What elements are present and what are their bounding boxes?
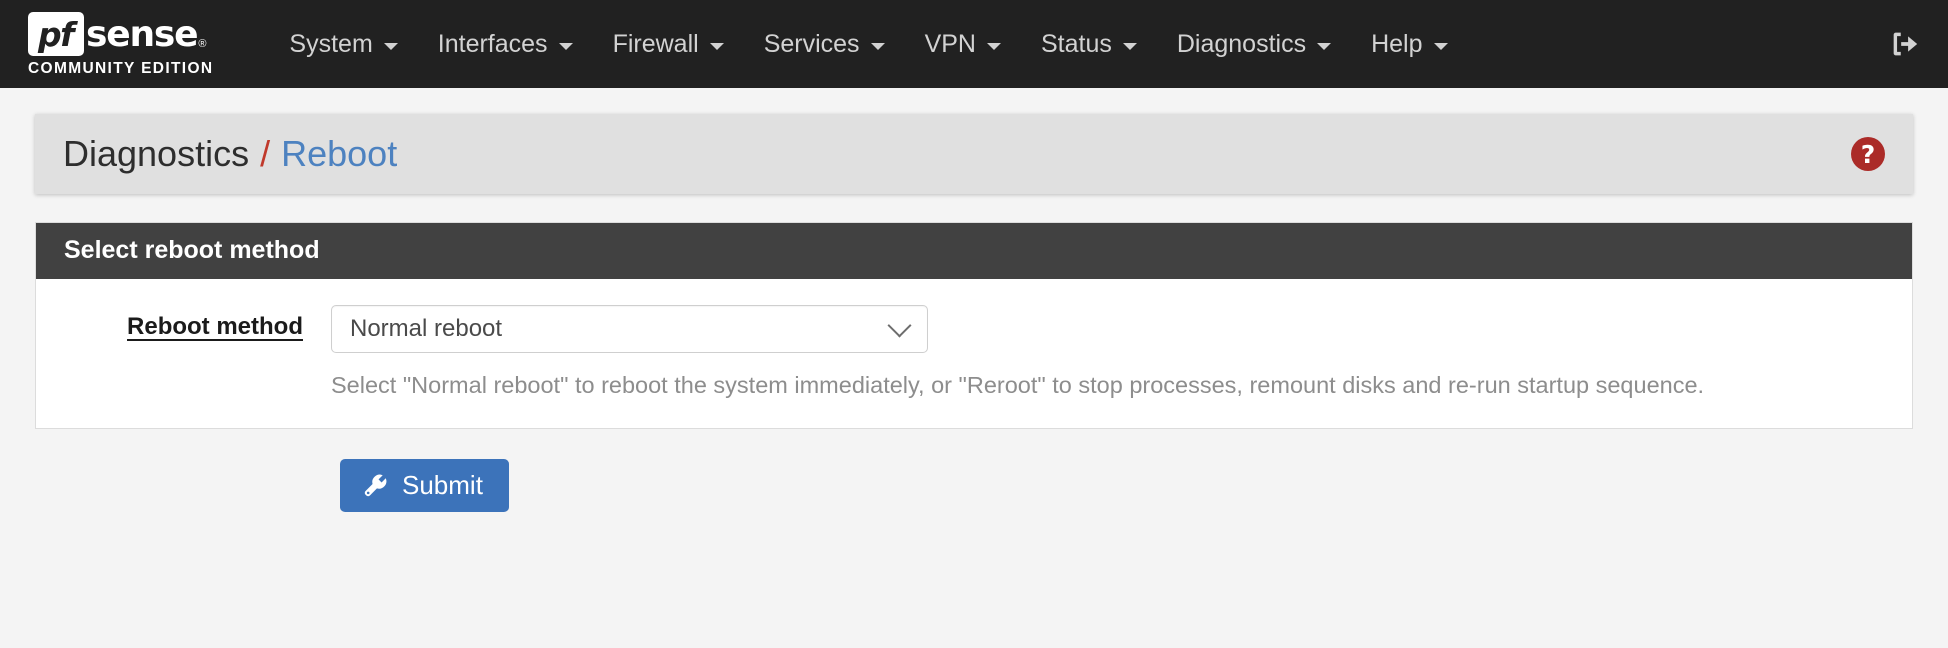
reboot-method-select[interactable]: Normal reboot	[331, 305, 928, 353]
pf-badge-text: pf	[38, 18, 73, 51]
sign-out-icon	[1888, 27, 1922, 61]
brand-logo-row: pf sense ®	[28, 12, 213, 56]
nav-item-interfaces-label: Interfaces	[438, 30, 548, 59]
chevron-down-icon	[559, 43, 573, 50]
breadcrumb-current: Reboot	[281, 133, 397, 175]
nav-item-diagnostics[interactable]: Diagnostics	[1157, 0, 1351, 88]
nav-item-help-label: Help	[1371, 30, 1422, 59]
submit-button[interactable]: Submit	[340, 459, 509, 512]
wrench-icon	[362, 472, 389, 499]
reboot-method-select-value: Normal reboot	[350, 315, 502, 343]
chevron-down-icon	[710, 43, 724, 50]
nav-item-status[interactable]: Status	[1021, 0, 1157, 88]
nav-item-system[interactable]: System	[269, 0, 417, 88]
reboot-method-panel: Select reboot method Reboot method Norma…	[35, 222, 1913, 429]
nav-item-diagnostics-label: Diagnostics	[1177, 30, 1306, 59]
registered-trademark-icon: ®	[198, 39, 206, 50]
panel-title: Select reboot method	[36, 223, 1912, 279]
chevron-down-icon	[1434, 43, 1448, 50]
brand-wordmark: sense	[86, 17, 197, 53]
top-navbar: pf sense ® COMMUNITY EDITION System Inte…	[0, 0, 1948, 88]
breadcrumb-bar: Diagnostics / Reboot ?	[35, 114, 1913, 194]
breadcrumb-separator: /	[260, 133, 270, 175]
nav-item-services-label: Services	[764, 30, 860, 59]
pfsense-brand-logo[interactable]: pf sense ® COMMUNITY EDITION	[28, 12, 213, 77]
nav-item-services[interactable]: Services	[744, 0, 905, 88]
reboot-method-help-text: Select "Normal reboot" to reboot the sys…	[331, 369, 1851, 402]
nav-item-vpn[interactable]: VPN	[905, 0, 1021, 88]
nav-item-vpn-label: VPN	[925, 30, 976, 59]
form-actions: Submit	[35, 459, 1913, 512]
logout-button[interactable]	[1888, 27, 1922, 61]
chevron-down-icon	[1317, 43, 1331, 50]
submit-button-label: Submit	[402, 472, 483, 498]
nav-item-firewall-label: Firewall	[613, 30, 699, 59]
nav-item-help[interactable]: Help	[1351, 0, 1467, 88]
navbar-menu: System Interfaces Firewall Services VPN …	[269, 0, 1467, 88]
reboot-method-label: Reboot method	[36, 305, 331, 342]
breadcrumb-parent[interactable]: Diagnostics	[63, 133, 249, 175]
pf-badge-icon: pf	[28, 12, 84, 56]
chevron-down-icon	[871, 43, 885, 50]
brand-subtitle: COMMUNITY EDITION	[28, 61, 213, 77]
chevron-down-icon	[1123, 43, 1137, 50]
page-content: Diagnostics / Reboot ? Select reboot met…	[0, 114, 1948, 512]
help-icon[interactable]: ?	[1851, 137, 1885, 171]
chevron-down-icon	[887, 313, 911, 337]
reboot-method-form-row: Reboot method Normal reboot Select "Norm…	[36, 305, 1912, 402]
panel-body: Reboot method Normal reboot Select "Norm…	[36, 279, 1912, 428]
reboot-method-control-area: Normal reboot Select "Normal reboot" to …	[331, 305, 1912, 402]
chevron-down-icon	[987, 43, 1001, 50]
nav-item-firewall[interactable]: Firewall	[593, 0, 744, 88]
nav-item-status-label: Status	[1041, 30, 1112, 59]
nav-item-interfaces[interactable]: Interfaces	[418, 0, 593, 88]
chevron-down-icon	[384, 43, 398, 50]
help-icon-glyph: ?	[1861, 142, 1876, 167]
breadcrumb: Diagnostics / Reboot	[63, 133, 397, 175]
nav-item-system-label: System	[289, 30, 372, 59]
